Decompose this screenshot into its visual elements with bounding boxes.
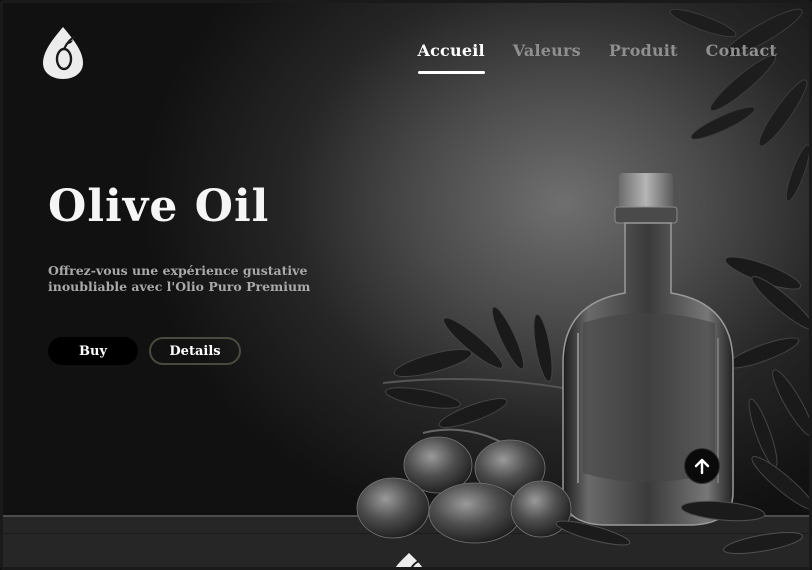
hero-title: Olive Oil	[48, 181, 270, 232]
buy-button[interactable]: Buy	[48, 337, 138, 365]
nav-item-contact[interactable]: Contact	[706, 41, 777, 74]
hero-subtitle: Offrez-vous une expérience gustative ino…	[48, 263, 311, 294]
arrow-up-icon	[694, 458, 710, 475]
olive-drop-logo-icon[interactable]	[43, 25, 83, 79]
nav-item-produit[interactable]: Produit	[609, 41, 678, 74]
nav-item-valeurs[interactable]: Valeurs	[513, 41, 581, 74]
olive-drop-footer-logo-icon	[395, 553, 423, 567]
page-frame: Accueil Valeurs Produit Contact Olive Oi…	[0, 0, 812, 570]
scroll-top-button[interactable]	[684, 448, 720, 484]
details-button[interactable]: Details	[149, 337, 241, 365]
nav-item-accueil[interactable]: Accueil	[417, 41, 486, 74]
main-nav: Accueil Valeurs Produit Contact	[417, 41, 778, 74]
